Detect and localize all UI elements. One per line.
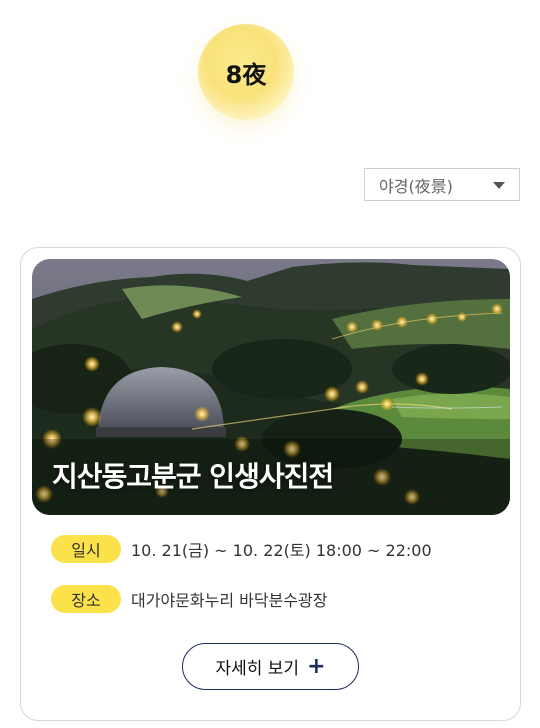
event-card: 지산동고분군 인생사진전 일시 10. 21(금) ~ 10. 22(토) 18… bbox=[20, 247, 521, 721]
event-title: 지산동고분군 인생사진전 bbox=[52, 460, 334, 493]
chevron-down-icon bbox=[493, 182, 505, 189]
night-badge-label: 8夜 bbox=[225, 60, 267, 89]
category-select[interactable]: 야경(夜景) bbox=[364, 168, 520, 201]
place-value: 대가야문화누리 바닥분수광장 bbox=[131, 591, 328, 610]
place-row: 장소 대가야문화누리 바닥분수광장 bbox=[51, 585, 327, 613]
night-badge: 8夜 bbox=[198, 24, 294, 120]
category-select-value: 야경(夜景) bbox=[379, 176, 453, 196]
date-value: 10. 21(금) ~ 10. 22(토) 18:00 ~ 22:00 bbox=[131, 541, 432, 560]
place-badge: 장소 bbox=[51, 585, 121, 613]
view-details-label: 자세히 보기 bbox=[215, 659, 300, 679]
date-badge: 일시 bbox=[51, 535, 121, 563]
date-row: 일시 10. 21(금) ~ 10. 22(토) 18:00 ~ 22:00 bbox=[51, 535, 432, 563]
view-details-button[interactable]: 자세히 보기 + bbox=[182, 643, 359, 690]
plus-icon: + bbox=[307, 653, 326, 679]
event-photo: 지산동고분군 인생사진전 bbox=[32, 259, 510, 515]
